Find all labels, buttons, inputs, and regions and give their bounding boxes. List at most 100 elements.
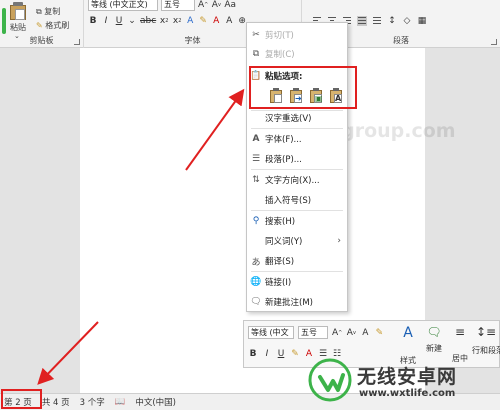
menu-item-text-direction-label: 文字方向(X)... [265, 176, 320, 186]
mini-bold-icon[interactable]: B [248, 348, 258, 360]
search-icon: ⚲ [252, 216, 260, 226]
highlight-icon[interactable]: ✎ [198, 15, 208, 27]
mini-char-style-icon[interactable]: A [360, 327, 370, 339]
menu-item-paragraph-label: 段落(P)... [265, 155, 302, 165]
mini-format-painter-icon[interactable]: ✎ [374, 327, 384, 339]
mini-new-comment-button[interactable]: 🗨 新建 [422, 325, 446, 354]
mini-styles-button[interactable]: A 样式 [394, 325, 422, 366]
left-margin-area [0, 48, 80, 393]
copy-icon: ⧉ [36, 7, 42, 16]
watermark-title: 无线安卓网 [357, 366, 458, 388]
menu-item-search-label: 搜索(H) [265, 217, 296, 227]
watermark-url: www.wxtlife.com [359, 388, 456, 399]
menu-item-copy[interactable]: ⧉ 复制(C) [247, 45, 347, 63]
comment-icon: 🗨 [426, 325, 442, 339]
font-size-dropdown[interactable]: 五号 [161, 0, 195, 11]
font-name-dropdown[interactable]: 等线 (中文正文) [88, 0, 158, 11]
line-spacing-icon[interactable]: ↕ [387, 15, 397, 27]
menu-item-search[interactable]: ⚲ 搜索(H) [247, 212, 347, 230]
menu-item-link[interactable]: 🌐 链接(I) [247, 273, 347, 291]
menu-item-copy-label: 复制(C) [265, 50, 295, 60]
menu-item-new-comment-label: 新建批注(M) [265, 298, 313, 308]
font-icon: A [252, 134, 260, 144]
comment-icon: 🗨 [250, 297, 262, 307]
chevron-right-icon: › [337, 236, 341, 246]
menu-item-translate[interactable]: あ 翻译(S) [247, 252, 347, 270]
status-language[interactable]: 中文(中国) [135, 396, 176, 408]
menu-separator [251, 169, 343, 170]
proofing-icon[interactable]: 📖 [115, 397, 126, 407]
underline-icon[interactable]: U [114, 15, 124, 27]
mini-underline-icon[interactable]: U [276, 348, 286, 360]
menu-item-new-comment[interactable]: 🗨 新建批注(M) [247, 293, 347, 311]
format-painter-button[interactable]: ✎ 格式刷 [36, 20, 69, 31]
copy-icon: ⧉ [252, 49, 260, 59]
paragraph-icon: ☰ [251, 154, 261, 164]
scissors-icon: ✂ [252, 30, 260, 40]
green-indicator [2, 8, 6, 34]
mini-shrink-font-icon[interactable]: Av [346, 327, 356, 339]
menu-item-synonyms[interactable]: 同义词(Y) › [247, 232, 347, 250]
menu-item-paragraph[interactable]: ☰ 段落(P)... [247, 150, 347, 168]
text-direction-icon: ⇅ [252, 175, 260, 185]
mini-line-spacing-label: 行和段落 [472, 346, 500, 355]
clipboard-group: 粘贴 ⌄ ⧉ 复制 ✎ 格式刷 剪贴板 [0, 0, 84, 48]
menu-item-font-label: 字体(F)... [265, 135, 302, 145]
borders-icon[interactable]: ▦ [417, 15, 427, 27]
mini-grow-font-icon[interactable]: A ^ [332, 327, 342, 339]
status-word-count[interactable]: 3 个字 [80, 396, 105, 408]
page-number-highlight [1, 389, 42, 409]
mini-italic-icon[interactable]: I [262, 348, 272, 360]
mini-highlight-icon[interactable]: ✎ [290, 348, 300, 360]
justify-icon[interactable] [357, 16, 367, 26]
menu-item-font[interactable]: A 字体(F)... [247, 130, 347, 148]
mini-center-button[interactable]: ≡ 居中 [448, 325, 472, 364]
strikethrough-icon[interactable]: abc [140, 15, 156, 27]
brush-icon: ✎ [36, 21, 43, 30]
menu-separator [251, 128, 343, 129]
menu-item-text-direction[interactable]: ⇅ 文字方向(X)... [247, 171, 347, 189]
copy-label: 复制 [44, 7, 61, 16]
menu-item-hanzi-reselect-label: 汉字重选(V) [265, 114, 312, 124]
text-effects-icon[interactable]: A [185, 15, 195, 27]
line-spacing-icon: ↕≡ [475, 325, 497, 339]
mini-font-size-dropdown[interactable]: 五号 [298, 326, 328, 339]
watermark-logo-icon [308, 358, 352, 402]
change-case-icon[interactable]: Aa [224, 0, 236, 11]
mini-line-spacing-button[interactable]: ↕≡ 行和段落 [472, 325, 500, 356]
grow-font-icon[interactable]: A ^ [198, 0, 208, 11]
mini-toolbar: 等线 (中文 五号 A ^ Av A ✎ B I U ✎ A ☰ ☷ A 样式 🗨… [243, 320, 500, 368]
format-painter-label: 格式刷 [45, 21, 70, 30]
menu-item-link-label: 链接(I) [265, 278, 292, 288]
copy-button[interactable]: ⧉ 复制 [36, 6, 60, 17]
clipboard-group-label: 剪贴板 [29, 36, 54, 45]
styles-icon: A [403, 325, 413, 341]
mini-new-comment-label: 新建 [426, 344, 442, 353]
font-color-icon[interactable]: A [211, 15, 221, 27]
menu-item-cut[interactable]: ✂ 剪切(T) [247, 26, 347, 44]
shading-icon[interactable]: ◇ [402, 15, 412, 27]
shrink-font-icon[interactable]: Av [211, 0, 221, 11]
char-border-icon[interactable]: A [224, 15, 234, 27]
menu-item-translate-label: 翻译(S) [265, 257, 295, 267]
clipboard-launcher-icon[interactable] [74, 39, 80, 45]
bold-icon[interactable]: B [88, 15, 98, 27]
mini-font-name-dropdown[interactable]: 等线 (中文 [248, 326, 294, 339]
underline-dropdown-icon[interactable]: ⌄ [127, 15, 137, 27]
center-icon: ≡ [454, 325, 466, 339]
menu-item-cut-label: 剪切(T) [265, 31, 294, 41]
subscript-icon[interactable]: x2 [159, 15, 169, 27]
paragraph-launcher-icon[interactable] [491, 39, 497, 45]
superscript-icon[interactable]: x2 [172, 15, 182, 27]
paste-icon[interactable] [10, 2, 26, 20]
menu-separator [251, 210, 343, 211]
link-icon: 🌐 [250, 277, 262, 287]
menu-item-insert-symbol-label: 插入符号(S) [265, 196, 312, 206]
italic-icon[interactable]: I [101, 15, 111, 27]
menu-item-insert-symbol[interactable]: 插入符号(S) [247, 191, 347, 209]
status-total-pages: 共 4 页 [41, 398, 70, 408]
menu-item-hanzi-reselect[interactable]: 汉字重选(V) [247, 109, 347, 127]
menu-separator [251, 271, 343, 272]
menu-item-synonyms-label: 同义词(Y) [265, 237, 303, 247]
distributed-icon[interactable] [372, 16, 382, 26]
